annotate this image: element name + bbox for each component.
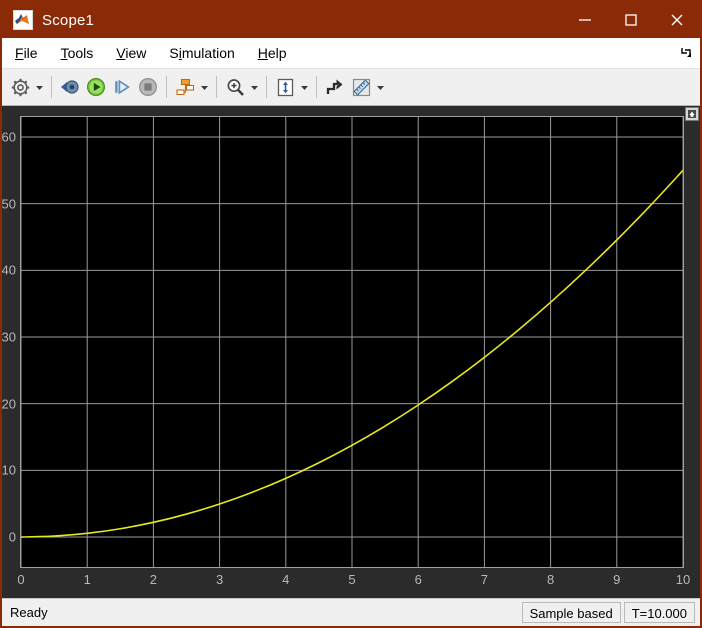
plot-container[interactable]: 0 10 20 30 40 50 60 0 1 2 3 4 5 6 7 8 9 10	[2, 106, 700, 598]
x-tick-label: 8	[546, 572, 555, 587]
layout-button[interactable]	[172, 74, 198, 100]
simulation-time-indicator: T=10.000	[623, 602, 695, 623]
toolbar-separator	[216, 76, 217, 98]
y-tick-label: 0	[8, 529, 16, 545]
scope-window: Scope1 File Tools View Simulation Help 0…	[0, 0, 702, 628]
x-tick-label: 2	[149, 572, 158, 587]
x-tick-label: 7	[480, 572, 489, 587]
step-forward-button[interactable]	[109, 74, 135, 100]
matlab-membrane-icon	[13, 10, 33, 30]
zoom-dropdown-arrow[interactable]	[248, 74, 261, 100]
x-tick-label: 5	[348, 572, 356, 587]
autoscale-dropdown-arrow[interactable]	[298, 74, 311, 100]
y-tick-label: 20	[2, 396, 16, 412]
minimize-button[interactable]	[562, 2, 608, 38]
toolbar-separator	[316, 76, 317, 98]
layout-dropdown-arrow[interactable]	[198, 74, 211, 100]
y-tick-label: 10	[2, 462, 16, 478]
x-tick-label: 3	[215, 572, 224, 587]
undock-arrow-icon[interactable]	[680, 46, 693, 59]
menu-item-view-label: iew	[125, 44, 147, 61]
run-back-to-start-button[interactable]	[57, 74, 83, 100]
menu-item-tools[interactable]: Tools	[51, 39, 104, 67]
zoom-button[interactable]	[222, 74, 248, 100]
x-tick-label: 9	[613, 572, 621, 587]
chart-canvas	[21, 117, 683, 567]
autoscale-button[interactable]	[272, 74, 298, 100]
window-title: Scope1	[42, 11, 95, 29]
x-tick-label: 6	[414, 572, 422, 587]
y-tick-label: 50	[2, 196, 16, 212]
menu-item-simulation[interactable]: Simulation	[159, 39, 244, 67]
toolbar-separator	[266, 76, 267, 98]
x-tick-label: 10	[675, 572, 691, 587]
status-text: Ready	[10, 605, 48, 620]
configuration-properties-button[interactable]	[7, 74, 33, 100]
menu-bar: File Tools View Simulation Help	[2, 38, 700, 68]
menu-item-view[interactable]: View	[106, 39, 156, 67]
x-tick-label: 1	[83, 572, 91, 587]
close-button[interactable]	[654, 2, 700, 38]
toolbar-separator	[166, 76, 167, 98]
menu-item-tools-label: ools	[67, 44, 94, 61]
run-button[interactable]	[83, 74, 109, 100]
toolbar	[2, 68, 700, 106]
frame-mode-indicator: Sample based	[521, 602, 621, 623]
toolbar-separator	[51, 76, 52, 98]
configuration-dropdown-arrow[interactable]	[33, 74, 46, 100]
measurements-button[interactable]	[348, 74, 374, 100]
x-tick-label: 4	[282, 572, 290, 587]
measurements-dropdown-arrow[interactable]	[374, 74, 387, 100]
x-tick-label: 0	[17, 572, 25, 587]
menu-item-help-label: elp	[267, 44, 287, 61]
maximize-button[interactable]	[608, 2, 654, 38]
pan-up-icon[interactable]	[685, 107, 699, 121]
menu-item-help[interactable]: Help	[248, 39, 297, 67]
style-button[interactable]	[322, 74, 348, 100]
title-bar: Scope1	[2, 2, 700, 38]
y-tick-label: 40	[2, 262, 16, 278]
y-tick-label: 30	[2, 329, 16, 345]
y-tick-label: 60	[2, 129, 16, 145]
status-bar: Ready Sample based T=10.000	[2, 598, 700, 626]
menu-item-file[interactable]: File	[5, 39, 48, 67]
axes[interactable]: 0 10 20 30 40 50 60 0 1 2 3 4 5 6 7 8 9 10	[2, 116, 690, 587]
menu-item-file-label: ile	[23, 44, 38, 61]
stop-button[interactable]	[135, 74, 161, 100]
menu-item-simulation-label: mulation	[181, 44, 235, 61]
